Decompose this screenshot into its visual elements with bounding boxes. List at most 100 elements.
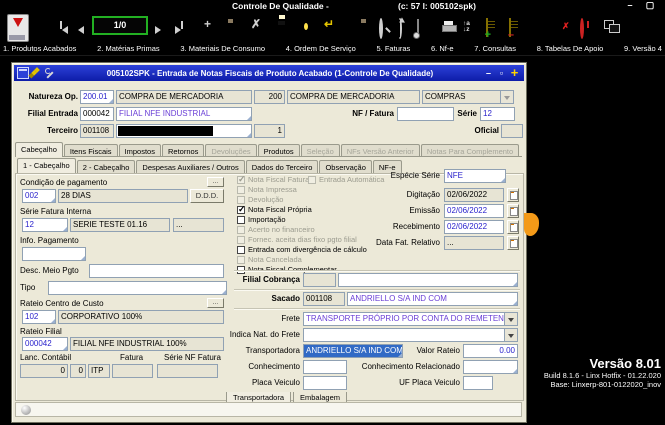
terceiro-seq-field: 1 <box>254 124 285 138</box>
menu-tabelas-apoio[interactable]: 8. Tabelas De Apoio <box>537 43 604 55</box>
previous-record-button[interactable] <box>78 21 84 39</box>
frete-dropdown[interactable]: TRANSPORTE PRÓPRIO POR CONTA DO REMETENT… <box>303 312 518 326</box>
terceiro-label: Terceiro <box>14 124 78 138</box>
menu-produtos-acabados[interactable]: 1. Produtos Acabados <box>3 43 76 55</box>
app-minimize-icon[interactable]: – <box>482 68 495 78</box>
add-record-icon[interactable]: + <box>204 17 211 31</box>
tipo-field[interactable] <box>48 281 227 295</box>
terceiro-code-field[interactable]: 001108 <box>80 124 114 138</box>
checkbox-nota-fiscal-propria[interactable]: Nota Fiscal Própria <box>237 205 312 214</box>
confirm-enter-icon[interactable]: ↵ <box>324 17 334 31</box>
import-document-icon[interactable] <box>7 14 29 42</box>
stop-exit-icon[interactable] <box>580 20 584 38</box>
sub-tabs: 1 - Cabeçalho 2 - Cabeçalho Despesas Aux… <box>17 158 403 173</box>
menu-materias-primas[interactable]: 2. Matérias Primas <box>97 43 160 55</box>
menu-ordem-servico[interactable]: 4. Ordem De Serviço <box>286 43 356 55</box>
chevron-down-icon <box>504 329 517 341</box>
version-info: Versão 8.01 Build 8.1.6 - Linx Hotfix - … <box>461 357 661 389</box>
subtab-despesas[interactable]: Despesas Auxiliares / Outros <box>136 160 244 173</box>
conhecimento-field[interactable] <box>303 360 347 374</box>
condicao-pagamento-label: Condição de pagamento <box>20 176 107 190</box>
rateio-cc-code-field[interactable]: 102 <box>22 310 56 324</box>
oficial-field[interactable] <box>501 124 523 138</box>
app-close-icon[interactable]: + <box>508 67 521 79</box>
menu-nfe[interactable]: 6. Nf-e <box>431 43 454 55</box>
sacado-name-field[interactable]: ANDRIELLO S/A IND COM <box>347 292 518 306</box>
window-titlebar: Controle De Qualidade - (c: 57 l: 005102… <box>0 0 665 13</box>
app-window: 005102SPK - Entrada de Notas Fiscais de … <box>11 62 527 423</box>
last-record-button[interactable] <box>175 21 183 39</box>
menu-versao4[interactable]: 9. Versão 4 <box>624 43 662 55</box>
checkbox-divergencia-calculo[interactable]: Entrada com divergência de cálculo <box>237 245 367 254</box>
emissao-field[interactable]: 02/06/2022 <box>444 204 504 218</box>
menu-consultas[interactable]: 7. Consultas <box>474 43 516 55</box>
tab-cabecalho[interactable]: Cabeçalho <box>15 142 63 157</box>
desc-meio-pgto-field[interactable] <box>89 264 224 278</box>
filial-cobranca-code-field[interactable] <box>303 273 336 287</box>
rateio-filial-code-field[interactable]: 000042 <box>22 337 68 351</box>
serie-fatura-code-field[interactable]: 12 <box>22 218 68 232</box>
desc-meio-pgto-label: Desc. Meio Pgto <box>20 264 79 278</box>
filial-cobranca-name-field[interactable] <box>338 273 518 287</box>
refresh-icon[interactable] <box>398 20 402 38</box>
checkbox-importacao[interactable]: Importação <box>237 215 286 224</box>
ddd-button[interactable]: D.D.D. <box>190 189 224 203</box>
menu-materiais-consumo[interactable]: 3. Materiais De Consumo <box>180 43 265 55</box>
app-maximize-icon[interactable]: ▫ <box>495 68 508 78</box>
preview-icon[interactable] <box>417 20 419 38</box>
filial-entrada-desc-field[interactable]: FILIAL NFE INDUSTRIAL <box>116 107 252 121</box>
digitacao-calendar-icon[interactable] <box>507 188 519 202</box>
recebimento-field[interactable]: 02/06/2022 <box>444 220 504 234</box>
subtab-dados-terceiro[interactable]: Dados do Terceiro <box>246 160 319 173</box>
recebimento-calendar-icon[interactable] <box>507 220 519 234</box>
checkbox-nota-cancelada: Nota Cancelada <box>237 255 302 264</box>
natureza-tipo-dropdown[interactable]: COMPRAS <box>422 90 514 104</box>
record-counter: 1/0 <box>92 16 148 35</box>
valor-rateio-field[interactable]: 0.00 <box>463 344 518 358</box>
minimize-icon[interactable]: – <box>624 0 636 10</box>
indica-nat-frete-dropdown[interactable] <box>303 328 518 342</box>
remove-note-icon[interactable]: – <box>509 19 511 37</box>
natureza-op-desc2-field: COMPRA DE MERCADORIA <box>287 90 420 104</box>
menu-faturas[interactable]: 5. Faturas <box>377 43 411 55</box>
terceiro-name-field[interactable] <box>116 124 252 138</box>
checkbox-nota-fiscal-fatura: Nota Fiscal Fatura <box>237 175 309 184</box>
info-pagamento-field[interactable] <box>22 247 86 261</box>
placa-veiculo-field[interactable] <box>303 376 347 390</box>
natureza-op-code-field[interactable]: 200.01 <box>80 90 114 104</box>
filial-entrada-label: Filial Entrada <box>14 107 78 121</box>
first-record-button[interactable] <box>60 21 68 39</box>
tools-wrench-icon[interactable] <box>45 68 55 78</box>
condicao-pagamento-more-button[interactable]: ... <box>207 177 224 187</box>
window-menu-icon[interactable] <box>17 67 29 79</box>
add-note-icon[interactable]: + <box>486 19 488 37</box>
totem-icon[interactable] <box>32 68 42 78</box>
serie-fatura-desc-field: SERIE TESTE 01.16 <box>70 218 170 232</box>
condicao-pagamento-code-field[interactable]: 002 <box>22 189 56 203</box>
desktop: Controle De Qualidade - (c: 57 l: 005102… <box>0 0 665 425</box>
data-fat-calendar-icon[interactable] <box>507 236 519 250</box>
maximize-icon[interactable]: ▢ <box>644 0 656 11</box>
orange-blob-decoration <box>524 213 539 236</box>
especie-serie-field[interactable]: NFE <box>444 169 506 183</box>
transportadora-field[interactable]: ANDRIELLO S/A IND COM <box>303 344 403 358</box>
subtab-1-cabecalho[interactable]: 1 - Cabeçalho <box>17 158 76 173</box>
filial-entrada-code-field[interactable]: 000042 <box>80 107 114 121</box>
nf-fatura-field[interactable] <box>397 107 454 121</box>
sacado-code-field[interactable]: 001108 <box>303 292 345 306</box>
placa-veiculo-label: Placa Veiculo <box>222 376 300 390</box>
filial-cobranca-label: Filial Cobrança <box>222 273 300 287</box>
delete-record-icon[interactable]: ✗ <box>251 17 261 31</box>
main-tabs: Cabeçalho Itens Fiscais Impostos Retorno… <box>15 142 520 157</box>
emissao-calendar-icon[interactable] <box>507 204 519 218</box>
nf-fatura-label: NF / Fatura <box>342 107 394 121</box>
rateio-filial-desc-field: FILIAL NFE INDUSTRIAL 100% <box>70 337 224 351</box>
conhecimento-label: Conhecimento <box>222 360 300 374</box>
search-icon[interactable] <box>379 20 383 38</box>
sort-az-icon[interactable]: ↑a ↓z <box>463 21 470 33</box>
lanc-contabil-label: Lanc. Contábil <box>20 351 71 365</box>
next-record-button[interactable] <box>155 21 161 39</box>
serie-field[interactable]: 12 <box>480 107 515 121</box>
subtab-2-cabecalho[interactable]: 2 - Cabeçalho <box>77 160 136 173</box>
status-sphere-icon <box>21 405 31 415</box>
